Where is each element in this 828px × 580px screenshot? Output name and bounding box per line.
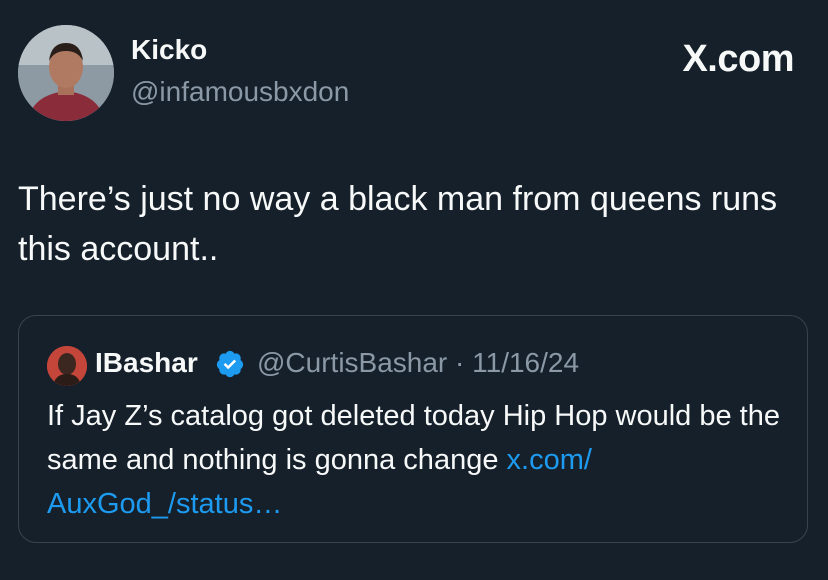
brand-logo: X.com <box>682 38 794 80</box>
tweet-text: There’s just no way a black man from que… <box>18 180 778 268</box>
quoted-tweet-card[interactable]: IBashar @CurtisBashar · 11/16/24 If Jay … <box>18 315 808 543</box>
quoted-text-body: If Jay Z’s catalog got deleted today Hip… <box>47 400 780 476</box>
quoted-author-avatar[interactable] <box>47 346 87 386</box>
quoted-handle-and-date[interactable]: @CurtisBashar · 11/16/24 <box>257 347 579 379</box>
verified-badge-icon <box>216 350 244 378</box>
author-name[interactable]: Kicko <box>131 34 207 66</box>
author-avatar[interactable] <box>18 25 114 121</box>
author-handle[interactable]: @infamousbxdon <box>131 76 349 108</box>
quoted-tweet-text: If Jay Z’s catalog got deleted today Hip… <box>47 394 782 526</box>
quoted-author-name[interactable]: IBashar <box>95 347 198 379</box>
